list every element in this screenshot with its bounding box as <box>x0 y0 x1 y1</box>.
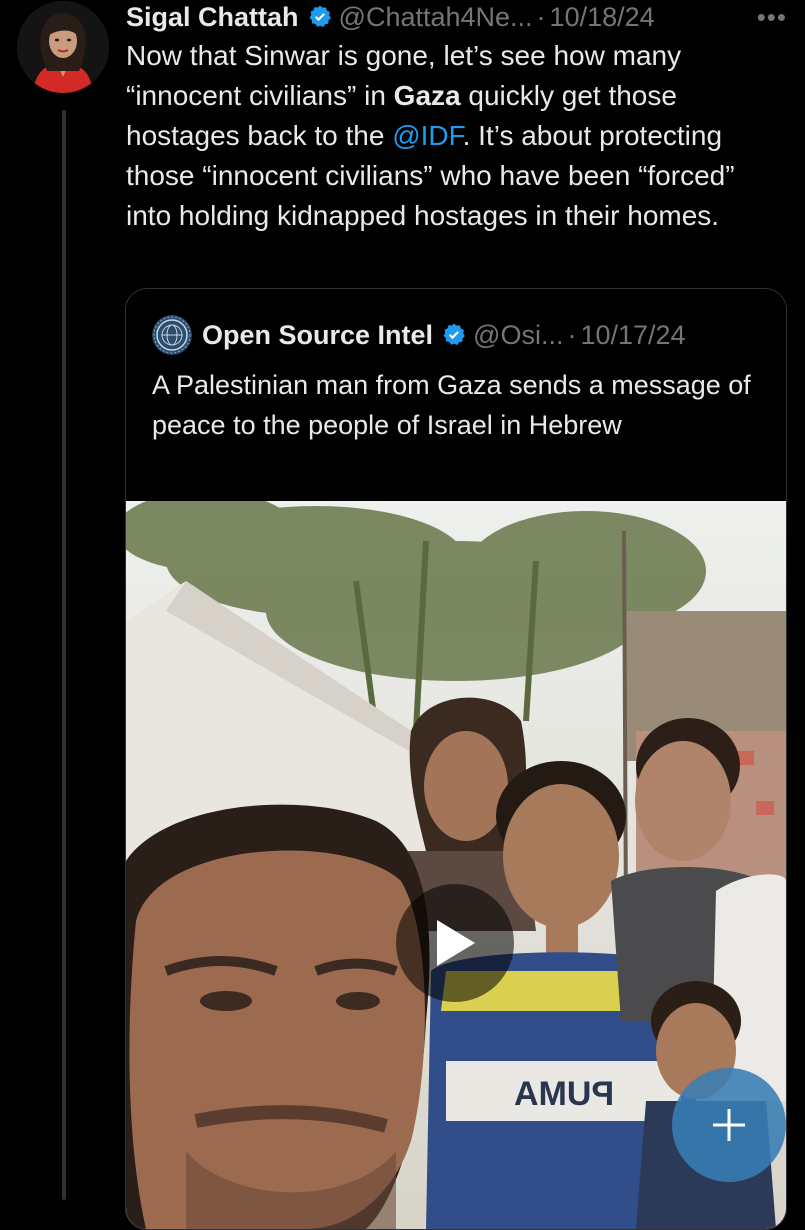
author-avatar[interactable] <box>17 1 109 93</box>
more-options-icon[interactable]: ••• <box>757 0 787 34</box>
thread-line <box>62 110 66 1200</box>
quote-author-handle[interactable]: @Osi... <box>473 320 563 351</box>
plus-icon <box>713 1109 745 1141</box>
quote-avatar-icon[interactable] <box>152 315 192 355</box>
mention-link[interactable]: @IDF <box>392 120 462 151</box>
hashtag-gaza[interactable]: Gaza <box>394 80 461 111</box>
verified-badge-icon <box>443 323 465 345</box>
tweet-text: Now that Sinwar is gone, let’s see how m… <box>126 36 786 236</box>
quote-author-name[interactable]: Open Source Intel <box>202 320 433 351</box>
play-button[interactable] <box>396 884 514 1002</box>
quote-date[interactable]: 10/17/24 <box>580 320 685 351</box>
author-handle[interactable]: @Chattah4Ne... <box>339 2 533 33</box>
compose-button[interactable] <box>672 1068 786 1182</box>
quote-header: Open Source Intel @Osi... · 10/17/24 <box>152 315 772 355</box>
shirt-print-text: PUMA <box>514 1075 614 1113</box>
quote-text: A Palestinian man from Gaza sends a mess… <box>152 370 751 440</box>
author-name[interactable]: Sigal Chattah <box>126 2 299 33</box>
tweet-date[interactable]: 10/18/24 <box>550 2 655 33</box>
avatar-photo <box>17 1 109 93</box>
verified-badge-icon <box>309 5 331 27</box>
play-icon <box>437 920 475 966</box>
separator-dot: · <box>567 319 577 350</box>
separator-dot: · <box>536 1 546 32</box>
tweet-header: Sigal Chattah @Chattah4Ne... · 10/18/24 <box>126 0 796 34</box>
